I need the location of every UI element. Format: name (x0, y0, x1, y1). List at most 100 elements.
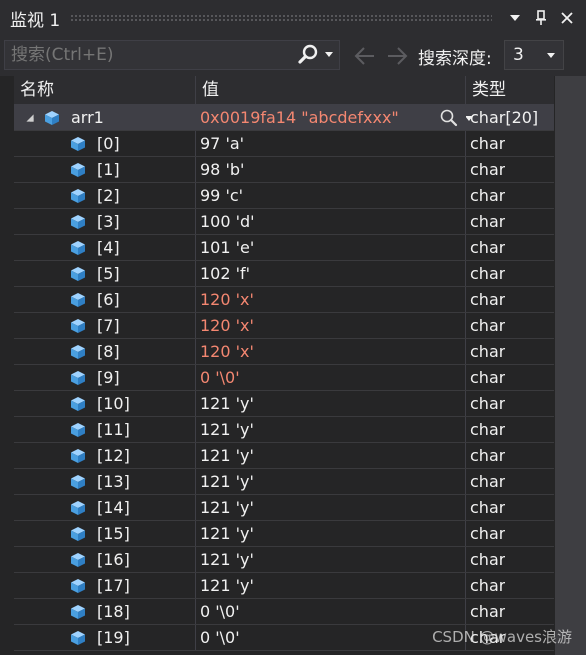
collapse-triangle-icon[interactable] (26, 114, 34, 122)
column-header-value[interactable]: 值 (196, 76, 466, 104)
element-name: [12] (97, 446, 130, 465)
cube-icon (71, 241, 85, 255)
element-value[interactable]: 101 'e' (200, 235, 254, 260)
watch-element-row[interactable]: [2] 99 'c' char (14, 183, 554, 209)
element-type: char (470, 316, 506, 335)
element-type: char (470, 524, 506, 543)
watch-element-row[interactable]: [14] 121 'y' char (14, 495, 554, 521)
element-name: [9] (97, 368, 120, 387)
element-value[interactable]: 0 '\0' (200, 625, 240, 650)
column-separator (195, 417, 196, 442)
column-header-type[interactable]: 类型 (466, 76, 554, 104)
watch-element-row[interactable]: [17] 121 'y' char (14, 573, 554, 599)
element-name: [11] (97, 420, 130, 439)
element-value[interactable]: 0 '\0' (200, 599, 240, 624)
element-value[interactable]: 98 'b' (200, 157, 244, 182)
cube-icon (71, 345, 85, 359)
arrow-right-icon[interactable] (384, 44, 410, 68)
element-name: [7] (97, 316, 120, 335)
watch-element-row[interactable]: [1] 98 'b' char (14, 157, 554, 183)
column-separator (465, 157, 466, 182)
window-menu-button[interactable] (502, 5, 528, 31)
element-value[interactable]: 0 '\0' (200, 365, 240, 390)
close-icon (561, 12, 573, 24)
cube-icon (71, 163, 85, 177)
element-value[interactable]: 121 'y' (200, 521, 254, 546)
element-value[interactable]: 121 'y' (200, 391, 254, 416)
element-value[interactable]: 100 'd' (200, 209, 255, 234)
watch-element-row[interactable]: [13] 121 'y' char (14, 469, 554, 495)
watch-value[interactable]: 0x0019fa14 "abcdefxxx" (200, 105, 430, 130)
magnifier-icon[interactable] (439, 108, 459, 128)
column-separator (195, 287, 196, 312)
column-separator (195, 209, 196, 234)
element-name: [13] (97, 472, 130, 491)
element-value[interactable]: 97 'a' (200, 131, 244, 156)
column-header-name[interactable]: 名称 (14, 76, 195, 104)
element-value[interactable]: 120 'x' (200, 339, 254, 364)
watch-element-row[interactable]: [3] 100 'd' char (14, 209, 554, 235)
search-input[interactable] (5, 41, 290, 69)
element-name: [5] (97, 264, 120, 283)
pin-button[interactable] (528, 5, 554, 31)
watch-element-row[interactable]: [18] 0 '\0' char (14, 599, 554, 625)
element-type: char (470, 368, 506, 387)
column-separator (195, 313, 196, 338)
element-type: char (470, 160, 506, 179)
close-button[interactable] (554, 5, 580, 31)
element-value[interactable]: 121 'y' (200, 469, 254, 494)
element-value[interactable]: 99 'c' (200, 183, 243, 208)
cube-icon (71, 267, 85, 281)
element-type: char (470, 134, 506, 153)
watch-element-row[interactable]: [0] 97 'a' char (14, 131, 554, 157)
watch-table: 名称 值 类型 arr1 0x0019fa14 "abcdefxxx" char… (14, 76, 554, 651)
search-icon[interactable] (297, 44, 319, 66)
watch-element-row[interactable]: [9] 0 '\0' char (14, 365, 554, 391)
element-name: [1] (97, 160, 120, 179)
column-separator (465, 105, 466, 130)
element-value[interactable]: 121 'y' (200, 547, 254, 572)
element-name: [19] (97, 628, 130, 647)
search-options-chevron-down-icon[interactable] (325, 52, 333, 57)
cube-icon (71, 423, 85, 437)
column-separator (195, 443, 196, 468)
column-separator (195, 105, 196, 130)
watch-element-row[interactable]: [11] 121 'y' char (14, 417, 554, 443)
element-value[interactable]: 102 'f' (200, 261, 250, 286)
column-separator (465, 469, 466, 494)
watch-element-row[interactable]: [4] 101 'e' char (14, 235, 554, 261)
search-depth-select[interactable]: 3 (504, 40, 564, 70)
watch-element-row[interactable]: [8] 120 'x' char (14, 339, 554, 365)
column-separator (195, 599, 196, 624)
watch-element-row[interactable]: [6] 120 'x' char (14, 287, 554, 313)
watch-element-row[interactable]: [10] 121 'y' char (14, 391, 554, 417)
watch-element-row[interactable]: [15] 121 'y' char (14, 521, 554, 547)
watch-root-row[interactable]: arr1 0x0019fa14 "abcdefxxx" char[20] (14, 105, 554, 131)
element-name: [8] (97, 342, 120, 361)
element-value[interactable]: 121 'y' (200, 573, 254, 598)
watch-element-row[interactable]: [5] 102 'f' char (14, 261, 554, 287)
element-value[interactable]: 120 'x' (200, 313, 254, 338)
column-separator (465, 313, 466, 338)
element-name: [2] (97, 186, 120, 205)
element-value[interactable]: 121 'y' (200, 495, 254, 520)
cube-icon (71, 137, 85, 151)
element-type: char (470, 394, 506, 413)
array-element-rows: [0] 97 'a' char [1] 98 'b' char [2] 99 'c' char[… (14, 131, 554, 651)
watch-element-row[interactable]: [7] 120 'x' char (14, 313, 554, 339)
element-name: [16] (97, 550, 130, 569)
column-separator (465, 599, 466, 624)
element-value[interactable]: 121 'y' (200, 417, 254, 442)
element-type: char (470, 472, 506, 491)
title-drag-grip[interactable] (70, 14, 492, 22)
vertical-scrollbar[interactable] (555, 76, 586, 655)
element-type: char (470, 498, 506, 517)
arrow-left-icon[interactable] (352, 44, 378, 68)
column-separator (465, 547, 466, 572)
element-value[interactable]: 120 'x' (200, 287, 254, 312)
cube-icon (71, 215, 85, 229)
element-value[interactable]: 121 'y' (200, 443, 254, 468)
watch-element-row[interactable]: [16] 121 'y' char (14, 547, 554, 573)
watch-element-row[interactable]: [12] 121 'y' char (14, 443, 554, 469)
cube-icon (71, 605, 85, 619)
